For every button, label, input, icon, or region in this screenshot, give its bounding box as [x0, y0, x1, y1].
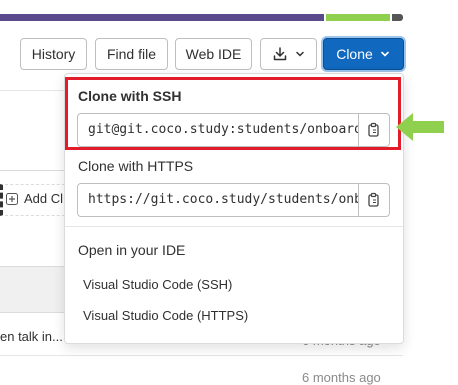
language-segment: [326, 14, 390, 21]
divider: [0, 355, 403, 356]
arrow-icon: [396, 113, 444, 141]
download-icon: [273, 47, 286, 61]
panel: [0, 90, 66, 171]
clipboard-icon: [368, 192, 379, 207]
dropdown-divider: [65, 226, 403, 227]
language-bar: [0, 14, 403, 21]
clone-button[interactable]: Clone: [323, 38, 404, 70]
web-ide-label: Web IDE: [185, 46, 242, 62]
https-url-field[interactable]: https://git.coco.study/students/onboardi…: [77, 183, 390, 217]
history-button[interactable]: History: [20, 38, 87, 70]
commit-message[interactable]: en talk in...: [0, 329, 63, 344]
vscode-ssh-item[interactable]: Visual Studio Code (SSH): [83, 277, 232, 292]
find-file-button[interactable]: Find file: [95, 38, 168, 70]
language-segment: [0, 14, 324, 21]
https-url-input[interactable]: https://git.coco.study/students/onboardi…: [78, 184, 358, 216]
download-button[interactable]: [260, 38, 317, 70]
plus-icon: [6, 192, 18, 205]
clone-label: Clone: [336, 46, 373, 62]
find-file-label: Find file: [106, 46, 157, 62]
language-segment: [392, 14, 403, 21]
copy-https-button[interactable]: [358, 184, 389, 216]
chevron-down-icon: [295, 51, 304, 57]
clone-https-label: Clone with HTTPS: [78, 158, 194, 174]
add-button[interactable]: Add Cl: [6, 191, 63, 206]
add-label: Add Cl: [24, 191, 64, 206]
chevron-down-icon: [380, 51, 389, 57]
highlight-box: [65, 77, 401, 150]
timestamp: 6 months ago: [302, 370, 381, 385]
history-label: History: [31, 46, 76, 62]
table-header: [0, 266, 66, 313]
open-in-ide-label: Open in your IDE: [78, 242, 186, 258]
vscode-https-item[interactable]: Visual Studio Code (HTTPS): [83, 308, 248, 323]
web-ide-button[interactable]: Web IDE: [175, 38, 252, 70]
